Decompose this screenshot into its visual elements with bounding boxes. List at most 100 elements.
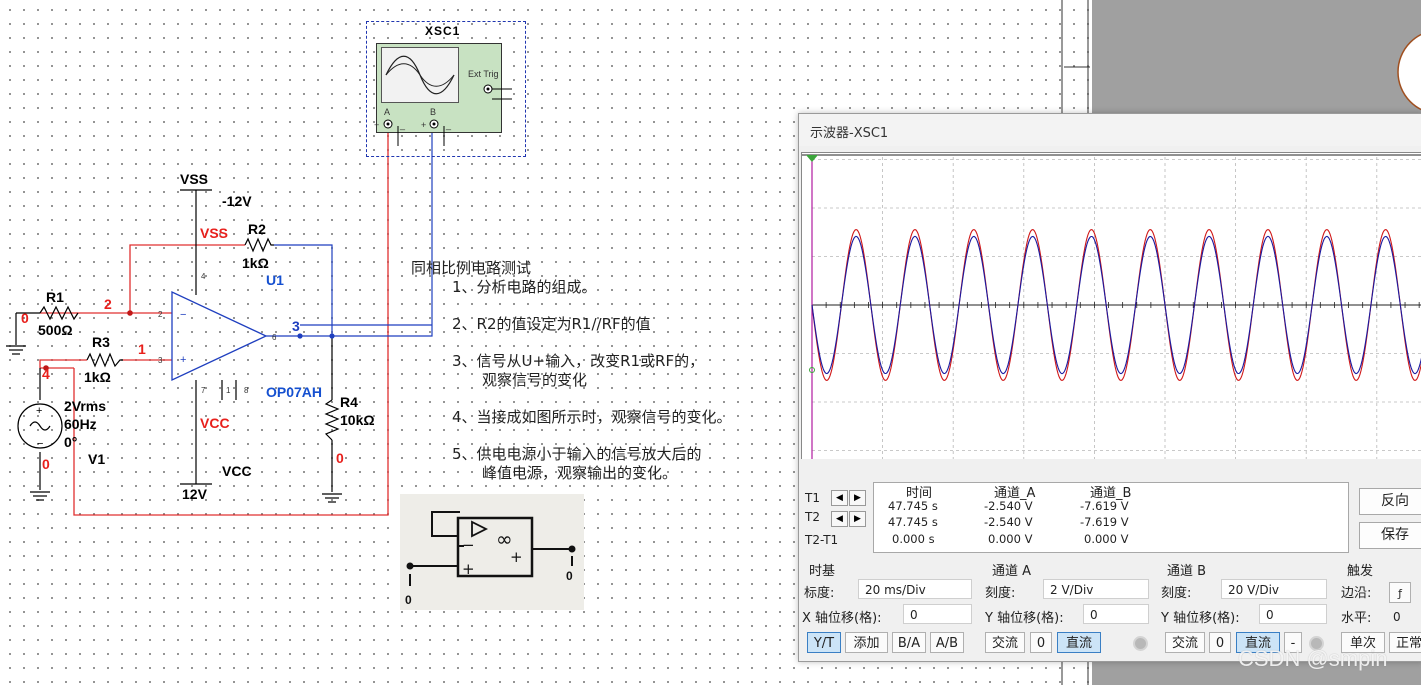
t1-channel-a: -2.540 V (984, 499, 1033, 513)
ba-mode-button[interactable]: B/A (892, 632, 926, 653)
channel-a-title: 通道 A (992, 564, 1032, 579)
note-2: 2、R2的值设定为R1//RF的值 (452, 315, 651, 333)
opamp-diagram-photo: ∞ − + + 0 0 (400, 494, 584, 610)
channel-b-zero-button[interactable]: 0 (1209, 632, 1231, 653)
delta-channel-a: 0.000 V (988, 532, 1033, 546)
node-3: 3 (292, 318, 300, 334)
pin-8: 8 (244, 386, 249, 395)
channel-b-plus: + (421, 120, 427, 130)
t1-right-arrow-button[interactable]: ▶ (849, 490, 866, 506)
save-button[interactable]: 保存 (1359, 522, 1421, 549)
v1-amplitude: 2Vrms (64, 398, 107, 414)
u1-model: OP07AH (266, 384, 323, 400)
svg-text:+: + (180, 354, 186, 366)
note-5-cont: 峰值电源，观察输出的变化。 (482, 464, 678, 482)
t1-label: T1 (805, 491, 820, 505)
channel-a-minus: _ (400, 120, 406, 130)
channel-a-zero-button[interactable]: 0 (1030, 632, 1052, 653)
trigger-level-label: 水平: (1341, 611, 1372, 626)
t2-channel-b: -7.619 V (1080, 515, 1129, 529)
svg-text:+: + (36, 405, 42, 417)
pin-7: 7 (201, 386, 206, 395)
junction-dots (43, 310, 133, 371)
channel-a-dc-button[interactable]: 直流 (1057, 632, 1101, 653)
channel-a-radio[interactable] (1133, 636, 1148, 651)
normal-trigger-button[interactable]: 正常 (1389, 632, 1421, 653)
channel-a-ac-button[interactable]: 交流 (985, 632, 1025, 653)
channel-b-scale-label: 刻度: (1161, 586, 1192, 601)
pin-2: 2 (158, 310, 163, 319)
channel-a-plus: + (374, 120, 380, 130)
r4-name: R4 (340, 394, 358, 410)
pin-3: 3 (158, 356, 163, 365)
channel-b-label: B (430, 107, 437, 117)
timebase-title: 时基 (809, 564, 836, 579)
node-0-load: 0 (336, 450, 344, 466)
note-1: 1、分析电路的组成。 (452, 278, 597, 296)
node-0-source: 0 (42, 456, 50, 472)
delta-time: 0.000 s (892, 532, 935, 546)
vss-value: -12V (222, 193, 252, 209)
trigger-title: 触发 (1347, 564, 1374, 579)
channel-b-y-offset-field[interactable]: 0 (1259, 604, 1327, 624)
channel-a-y-offset-field[interactable]: 0 (1083, 604, 1149, 624)
waveform-plot (802, 154, 1421, 459)
timebase-scale-label: 标度: (804, 586, 835, 601)
window-titlebar[interactable]: 示波器-XSC1 (799, 114, 1421, 146)
node-2: 2 (104, 296, 112, 312)
t1-time: 47.745 s (888, 499, 938, 513)
vcc-name: VCC (222, 463, 252, 479)
oscilloscope-window[interactable]: 示波器-XSC1 T1 T2 T2-T1 ◀ ▶ ◀ ▶ 时间 通道_A 通道_… (798, 113, 1421, 662)
channel-a-label: A (384, 107, 391, 117)
cursor-readout-table: 时间 通道_A 通道_B 47.745 s -2.540 V -7.619 V … (873, 482, 1349, 553)
v1-name: V1 (88, 451, 106, 467)
oscilloscope-label: XSC1 (425, 24, 461, 38)
channel-b-scale-field[interactable]: 20 V/Div (1221, 579, 1327, 599)
photo-plus-in: + (462, 560, 475, 578)
channel-b-title: 通道 B (1167, 564, 1207, 579)
csdn-watermark: CSDN @smpin (1238, 646, 1388, 671)
photo-minus: − (462, 536, 475, 554)
u1-name: U1 (266, 272, 284, 288)
v1-frequency: 60Hz (64, 416, 97, 432)
t1-left-arrow-button[interactable]: ◀ (831, 490, 848, 506)
channel-a-scale-field[interactable]: 2 V/Div (1043, 579, 1149, 599)
ac-source-symbol: + − (17, 403, 63, 450)
r3-value: 1kΩ (84, 369, 111, 385)
x-offset-label: X 轴位移(格): (802, 611, 882, 626)
t2-left-arrow-button[interactable]: ◀ (831, 511, 848, 527)
note-3-cont: 观察信号的变化 (482, 371, 588, 389)
t2-channel-a: -2.540 V (984, 515, 1033, 529)
window-title: 示波器-XSC1 (810, 126, 889, 141)
trigger-edge-rising-button[interactable]: ƒ (1389, 582, 1411, 603)
t2-time: 47.745 s (888, 515, 938, 529)
r1-value: 500Ω (38, 322, 73, 338)
add-mode-button[interactable]: 添加 (845, 632, 888, 653)
t2-right-arrow-button[interactable]: ▶ (849, 511, 866, 527)
t2-label: T2 (805, 510, 820, 524)
channel-b-y-offset-label: Y 轴位移(格): (1161, 611, 1240, 626)
x-offset-field[interactable]: 0 (903, 604, 972, 624)
cursor-t1-marker (806, 155, 818, 162)
channel-b-ac-button[interactable]: 交流 (1165, 632, 1205, 653)
channel-b-minus: _ (446, 120, 452, 130)
ab-mode-button[interactable]: A/B (930, 632, 964, 653)
ground-symbols (6, 345, 342, 503)
trigger-level-field[interactable]: 0 (1387, 607, 1421, 627)
r3-name: R3 (92, 334, 110, 350)
photo-plus-out: + (510, 548, 523, 566)
r2-name: R2 (248, 221, 266, 237)
yt-mode-button[interactable]: Y/T (807, 632, 841, 653)
opamp-symbol: − + (171, 290, 268, 382)
r1-name: R1 (46, 289, 64, 305)
note-3: 3、信号从U+输入，改变R1或RF的， (452, 352, 705, 370)
trigger-edge-label: 边沿: (1341, 586, 1372, 601)
oscilloscope-display[interactable] (801, 152, 1421, 459)
channel-a-scale-label: 刻度: (985, 586, 1016, 601)
svg-text:−: − (180, 309, 186, 321)
reverse-button[interactable]: 反向 (1359, 488, 1421, 515)
timebase-scale-field[interactable]: 20 ms/Div (858, 579, 972, 599)
note-4: 4、当接成如图所示时，观察信号的变化。 (452, 408, 732, 426)
r2-value: 1kΩ (242, 255, 269, 271)
vss-name: VSS (180, 171, 209, 187)
